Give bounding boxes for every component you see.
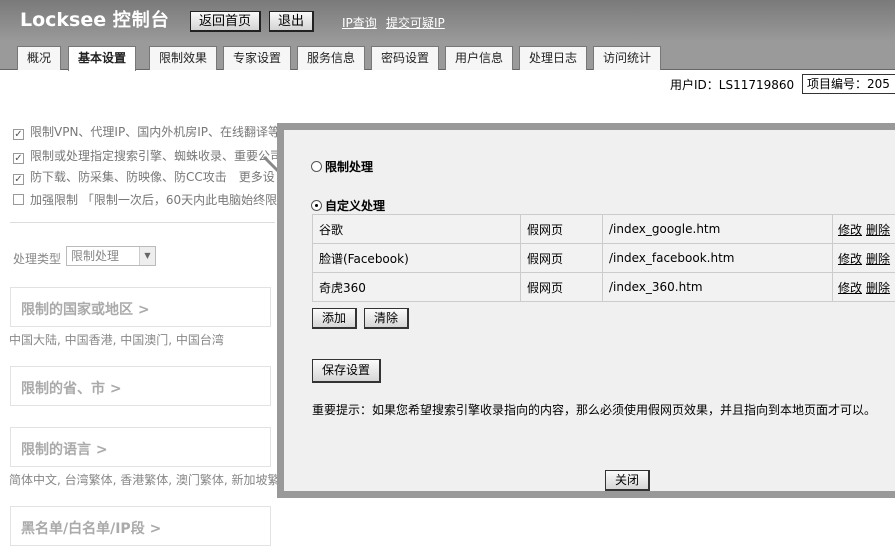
- checkbox-checked-icon[interactable]: ✓: [13, 174, 24, 185]
- table-row: 脸谱(Facebook) 假网页 /index_facebook.htm 修改删…: [312, 243, 895, 273]
- rule-type: 假网页: [520, 272, 603, 302]
- section-title: 黑名单/白名单/IP段 >: [21, 521, 162, 537]
- user-id-display: 用户ID：LS11719860: [670, 76, 794, 93]
- radio-selected-icon[interactable]: [311, 200, 322, 211]
- rule-type: 假网页: [520, 214, 603, 244]
- delete-link[interactable]: 删除: [866, 223, 890, 237]
- section-title: 限制的省、市 >: [21, 381, 122, 397]
- table-row: 谷歌 假网页 /index_google.htm 修改 删除: [312, 214, 895, 244]
- user-id-label: 用户ID：: [670, 78, 719, 92]
- checkbox-checked-icon[interactable]: ✓: [13, 153, 24, 164]
- home-button[interactable]: 返回首页: [190, 11, 262, 32]
- custom-process-dialog: 限制处理 自定义处理 谷歌 假网页 /index_google.htm 修改 删除…: [277, 123, 895, 498]
- option-label: 限制VPN、代理IP、国内外机房IP、在线翻译等: [30, 125, 280, 139]
- clear-button[interactable]: 清除: [364, 308, 410, 329]
- tab-limit-effect[interactable]: 限制效果: [149, 46, 218, 70]
- chevron-down-icon: ▼: [139, 247, 155, 265]
- rule-path: /index_360.htm: [602, 272, 833, 302]
- save-settings-button[interactable]: 保存设置: [312, 359, 382, 383]
- radio-custom-process[interactable]: 自定义处理: [311, 197, 385, 214]
- section-title: 限制的国家或地区 >: [21, 302, 150, 318]
- divider: [10, 222, 275, 223]
- radio-label: 限制处理: [325, 160, 374, 174]
- ip-query-link[interactable]: IP查询: [342, 14, 377, 31]
- tab-basic-settings[interactable]: 基本设置: [68, 46, 137, 71]
- tab-bar: 概况 基本设置 限制效果 专家设置 服务信息 密码设置 用户信息 处理日志 访问…: [0, 42, 895, 71]
- section-title: 限制的语言 >: [21, 442, 108, 458]
- edit-link[interactable]: 修改: [838, 252, 862, 266]
- edit-link[interactable]: 修改: [838, 223, 862, 237]
- rule-name: 奇虎360: [312, 272, 521, 302]
- rule-ops: 修改 删除: [832, 272, 895, 302]
- section-blacklist[interactable]: 黑名单/白名单/IP段 >: [10, 506, 271, 546]
- rule-type: 假网页: [520, 243, 603, 273]
- logo-cn-text: 控制台: [112, 10, 170, 31]
- important-notice: 重要提示：如果您希望搜索引擎收录指向的内容，那么必须使用假网页效果，并且指向到本…: [312, 403, 877, 417]
- close-button[interactable]: 关闭: [605, 470, 651, 491]
- rule-ops: 修改 删除: [832, 214, 895, 244]
- logo-text: Locksee: [20, 9, 107, 31]
- radio-unselected-icon[interactable]: [311, 161, 322, 172]
- tab-overview[interactable]: 概况: [17, 46, 62, 70]
- section-languages[interactable]: 限制的语言 >: [10, 427, 271, 467]
- option-label: 防下载、防采集、防映像、防CC攻击 更多设: [30, 170, 275, 184]
- process-type-value: 限制处理: [71, 249, 120, 263]
- delete-link[interactable]: 删除: [866, 281, 890, 295]
- custom-rules-table: 谷歌 假网页 /index_google.htm 修改 删除 脸谱(Faceboo…: [312, 214, 895, 302]
- option-anti-download[interactable]: ✓ 防下载、防采集、防映像、防CC攻击 更多设: [13, 168, 275, 185]
- tab-process-log[interactable]: 处理日志: [519, 46, 588, 70]
- option-strong-limit[interactable]: 加强限制 「限制一次后，60天内此电脑始终限: [13, 191, 277, 208]
- edit-link[interactable]: 修改: [838, 281, 862, 295]
- checkbox-checked-icon[interactable]: ✓: [13, 129, 24, 140]
- logout-button[interactable]: 退出: [269, 11, 315, 32]
- process-type-select[interactable]: 限制处理 ▼: [66, 246, 156, 266]
- tab-user-info[interactable]: 用户信息: [445, 46, 514, 70]
- tab-visit-stats[interactable]: 访问统计: [593, 46, 662, 70]
- option-limit-vpn[interactable]: ✓ 限制VPN、代理IP、国内外机房IP、在线翻译等: [13, 123, 280, 140]
- option-limit-search-engine[interactable]: ✓ 限制或处理指定搜索引擎、蜘蛛收录、重要公司: [13, 147, 282, 164]
- tab-service-info[interactable]: 服务信息: [297, 46, 366, 70]
- option-label: 加强限制 「限制一次后，60天内此电脑始终限: [30, 193, 278, 207]
- user-id-value: LS11719860: [718, 78, 795, 92]
- rule-name: 脸谱(Facebook): [312, 243, 521, 273]
- add-button[interactable]: 添加: [312, 308, 358, 329]
- rule-path: /index_google.htm: [602, 214, 833, 244]
- tab-expert-settings[interactable]: 专家设置: [223, 46, 292, 70]
- section-countries[interactable]: 限制的国家或地区 >: [10, 287, 271, 327]
- rule-name: 谷歌: [312, 214, 521, 244]
- table-row: 奇虎360 假网页 /index_360.htm 修改 删除: [312, 272, 895, 302]
- rule-ops: 修改 删除: [832, 243, 895, 273]
- report-ip-link[interactable]: 提交可疑IP: [386, 14, 445, 31]
- tab-password-settings[interactable]: 密码设置: [371, 46, 440, 70]
- logo: Locksee 控制台: [20, 6, 170, 32]
- process-type-label: 处理类型: [13, 252, 62, 266]
- radio-label: 自定义处理: [325, 199, 386, 213]
- section-countries-summary: 中国大陆, 中国香港, 中国澳门, 中国台湾: [9, 333, 224, 347]
- radio-limit-process[interactable]: 限制处理: [311, 158, 373, 175]
- top-header: Locksee 控制台 返回首页 退出 IP查询 提交可疑IP: [0, 0, 895, 42]
- option-label: 限制或处理指定搜索引擎、蜘蛛收录、重要公司: [30, 149, 283, 163]
- project-number-box: 项目编号：205: [802, 74, 895, 94]
- delete-link[interactable]: 删除: [866, 252, 890, 266]
- checkbox-unchecked-icon[interactable]: [13, 194, 24, 205]
- section-languages-summary: 简体中文, 台湾繁体, 香港繁体, 澳门繁体, 新加坡繁: [9, 473, 280, 487]
- rule-path: /index_facebook.htm: [602, 243, 833, 273]
- section-provinces[interactable]: 限制的省、市 >: [10, 366, 271, 406]
